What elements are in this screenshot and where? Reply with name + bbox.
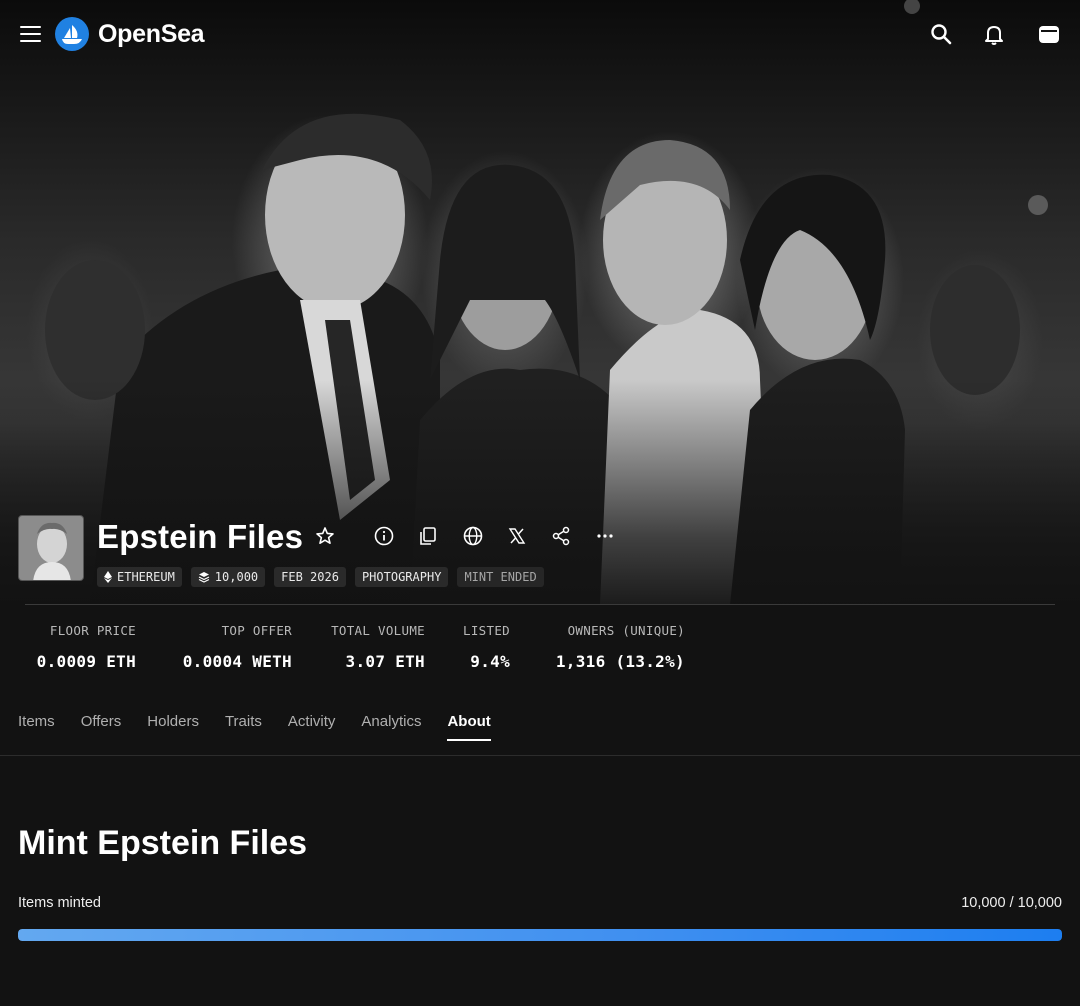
share-icon[interactable] [550,525,572,547]
stat-label: OWNERS (UNIQUE) [567,623,685,638]
bell-icon[interactable] [982,22,1006,46]
globe-icon[interactable] [462,525,484,547]
items-minted-count: 10,000 / 10,000 [961,895,1062,911]
stat-floor-price: FLOOR PRICE 0.0009 ETH [26,623,136,671]
ethereum-icon [104,571,112,583]
star-icon[interactable] [314,525,336,547]
info-icon[interactable] [373,525,395,547]
collection-tags: ETHEREUM 10,000 FEB 2026 PHOTOGRAPHY MIN… [97,567,544,587]
stat-total-volume: TOTAL VOLUME 3.07 ETH [315,623,425,671]
tab-analytics[interactable]: Analytics [361,713,421,741]
collection-avatar [18,515,84,581]
category-tag[interactable]: PHOTOGRAPHY [354,567,449,587]
opensea-logo[interactable]: OpenSea [55,17,205,51]
items-minted-label: Items minted [18,895,101,911]
wallet-icon[interactable] [1037,22,1061,46]
layers-icon [198,572,210,583]
stat-top-offer: TOP OFFER 0.0004 WETH [170,623,292,671]
tab-holders[interactable]: Holders [147,713,199,741]
stat-listed: LISTED 9.4% [450,623,510,671]
chain-tag-label: ETHEREUM [117,570,175,584]
supply-tag: 10,000 [190,567,266,587]
stat-owners: OWNERS (UNIQUE) 1,316 (13.2%) [540,623,685,671]
collection-title: Epstein Files [97,518,304,555]
top-nav: OpenSea [0,0,1080,68]
category-tag-label: PHOTOGRAPHY [361,570,442,584]
tab-about[interactable]: About [447,713,492,741]
stat-label: FLOOR PRICE [49,623,136,638]
tab-activity[interactable]: Activity [288,713,336,741]
opensea-logo-icon [55,17,89,51]
stat-label: LISTED [463,623,510,638]
stat-value: 0.0004 WETH [182,652,292,671]
collection-banner [0,0,1080,605]
mint-progress-bar [18,929,1062,941]
mint-status-tag: MINT ENDED [457,567,544,587]
stat-value: 9.4% [470,652,510,671]
stat-label: TOTAL VOLUME [331,623,425,638]
stat-label: TOP OFFER [221,623,292,638]
menu-icon[interactable] [20,26,41,42]
x-logo-icon[interactable] [506,525,528,547]
mint-status-tag-label: MINT ENDED [464,570,537,584]
collection-tabs: Items Offers Holders Traits Activity Ana… [18,713,517,741]
more-icon[interactable] [594,525,616,547]
tab-traits[interactable]: Traits [225,713,262,741]
stat-value: 3.07 ETH [345,652,425,671]
date-tag-label: FEB 2026 [281,570,339,584]
date-tag: FEB 2026 [274,567,346,587]
tabs-divider [0,755,1080,756]
tab-offers[interactable]: Offers [81,713,122,741]
tab-items[interactable]: Items [18,713,55,741]
supply-tag-label: 10,000 [214,570,259,584]
stat-value: 0.0009 ETH [36,652,136,671]
stat-value: 1,316 (13.2%) [555,652,685,671]
search-icon[interactable] [929,22,953,46]
mint-progress-fill [18,929,1062,941]
copy-icon[interactable] [417,525,439,547]
chain-tag: ETHEREUM [97,567,182,587]
logo-text: OpenSea [98,19,205,48]
mint-title: Mint Epstein Files [18,824,308,862]
